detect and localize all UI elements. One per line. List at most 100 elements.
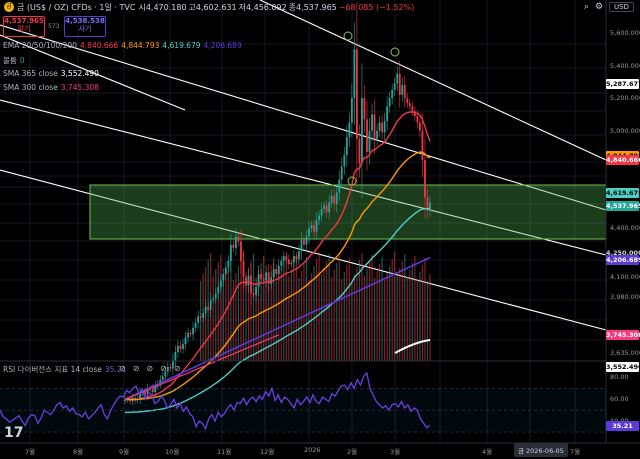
volume-bar [368, 262, 371, 361]
candle-body [202, 313, 205, 318]
settings-icon[interactable]: ⚙ [595, 2, 603, 12]
volume-bar [394, 252, 396, 361]
volume-bar [341, 279, 343, 361]
indicator-name: SMA 300 close [3, 83, 58, 92]
candle-body [189, 332, 192, 335]
tradingview-logo-icon[interactable]: 17 [4, 425, 23, 441]
candle-body [421, 130, 424, 161]
candle-body [340, 166, 343, 180]
candle-body [222, 274, 225, 281]
candle-body [396, 73, 399, 84]
volume-bar [421, 265, 424, 361]
volume-bar [288, 276, 290, 361]
time-tick: 2월 [347, 448, 358, 456]
candle-body [353, 49, 356, 99]
price-tick: 4,400.000 [610, 224, 640, 233]
volume-bar [381, 257, 383, 361]
candle-body [368, 130, 371, 152]
buy-button[interactable]: 4,538.538 사기 [64, 16, 106, 37]
rsi-legend[interactable]: RSI 다이버전스 지표 14 close 35.21 [3, 364, 126, 375]
candle-body [184, 337, 187, 345]
visibility-toggle-icon[interactable]: ⊘ [146, 364, 153, 373]
ohlc-item: 고4,602.631 [188, 2, 237, 12]
candle-body [247, 275, 250, 286]
visibility-toggle-icon[interactable]: ⊘ [174, 364, 181, 373]
visibility-toggle-icon[interactable]: ⊘ [119, 364, 126, 373]
indicator-value: 0 [19, 56, 25, 65]
top-right-controls: ⌕ ⚙ USD [584, 2, 634, 12]
candle-body [350, 98, 353, 123]
price-tag: 5,287.677 [606, 78, 640, 89]
candle-body [335, 192, 338, 204]
symbol-icon[interactable]: 금 [4, 2, 14, 12]
volume-bar [230, 257, 232, 361]
candle-body [282, 256, 285, 261]
time-tick: 12월 [260, 448, 275, 456]
volume-bar [378, 264, 381, 361]
sell-label: 팔기 [17, 25, 31, 33]
candle-body [242, 260, 245, 278]
candle-body [232, 244, 235, 248]
price-tag: 3,745.308 [606, 330, 640, 341]
indicator-value: 3,745.308 [60, 83, 99, 92]
candle-body [214, 293, 217, 299]
price-tag: 4,537.965 [606, 200, 640, 211]
candle-body [383, 120, 386, 133]
volume-bar [338, 256, 340, 361]
volume-bar [384, 280, 386, 361]
volume-bar [366, 269, 368, 361]
candle-body [358, 138, 361, 164]
candle-body [338, 179, 341, 193]
candle-body [250, 275, 252, 294]
candle-body [378, 122, 381, 131]
visibility-toggle-icon[interactable]: ⊘ [133, 364, 140, 373]
price-tag: 4,840.666 [606, 155, 640, 166]
candle-body [345, 137, 348, 156]
sell-price: 4,537.965 [4, 17, 44, 25]
candle-body [275, 269, 278, 275]
volume-bar [399, 268, 401, 361]
candle-body [388, 98, 391, 107]
time-tick: 11월 [217, 448, 232, 456]
indicator-legend[interactable]: SMA 300 close 3,745.308 [3, 83, 99, 92]
candle-body [348, 122, 351, 138]
sell-button[interactable]: 4,537.965 팔기 [3, 16, 45, 37]
time-tick: 7월 [25, 448, 36, 456]
currency-selector[interactable]: USD [609, 2, 634, 12]
candle-body [371, 114, 373, 131]
rsi-controls: ⊘ ⊘ ⊘ ⊘ ⊘ [119, 364, 181, 373]
symbol-title[interactable]: 금 (US$ / OZ) CFDs · 1일 · TVC [17, 2, 135, 13]
volume-bar [220, 255, 222, 361]
price-tick: 5,200.000 [610, 94, 640, 103]
candle-body [419, 122, 421, 131]
candle-body [255, 287, 257, 296]
indicator-legend[interactable]: 볼륨 0 [3, 55, 25, 66]
candle-body [401, 85, 404, 95]
candle-body [265, 272, 268, 281]
rsi-tick: 80.00 [610, 373, 629, 382]
indicator-legend[interactable]: EMA 20/50/100/200 4,840.666 4,844.793 4,619… [3, 41, 242, 50]
volume-bar [333, 270, 335, 361]
volume-bar [386, 273, 388, 361]
candle-body [287, 259, 290, 265]
time-tick: 7월 [570, 448, 581, 456]
volume-bar [215, 269, 217, 361]
volume-bar [348, 258, 350, 361]
candle-body [177, 345, 179, 353]
visibility-toggle-icon[interactable]: ⊘ [160, 364, 167, 373]
candle-body [323, 205, 326, 209]
chart-header: 금 금 (US$ / OZ) CFDs · 1일 · TVC 시4,470.18… [0, 0, 416, 14]
price-tick: 5,600.000 [610, 29, 640, 37]
time-tick: 8월 [73, 448, 84, 456]
volume-bar [313, 266, 315, 361]
volume-bar [371, 255, 373, 361]
candle-body [277, 265, 280, 275]
search-icon[interactable]: ⌕ [584, 2, 589, 12]
price-tag: 4,206.689 [606, 254, 640, 265]
indicator-legend[interactable]: SMA 365 close 3,552.490 [3, 69, 99, 78]
volume-bar [401, 261, 403, 361]
volume-bar [225, 271, 227, 361]
candle-body [197, 316, 199, 323]
volume-bar [353, 274, 355, 361]
candle-body [429, 202, 431, 211]
